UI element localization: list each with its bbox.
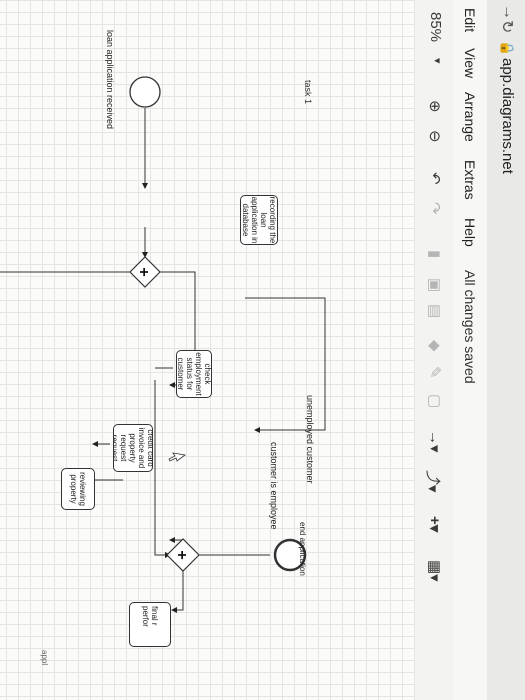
- lock-icon: 🔒: [500, 40, 515, 57]
- menu-extras[interactable]: Extras: [462, 160, 478, 200]
- insert-icon[interactable]: +▾: [426, 516, 444, 532]
- toolbar: 85% ▾ ⊕ ⊖ ↶ ↷ ▮ ▣ ▤ ◆ ✎ ▢ →▾ ⤴▾ +▾ ▦▾: [414, 0, 453, 700]
- zoom-dropdown-icon[interactable]: ▾: [431, 58, 444, 64]
- browser-bar: → ↻ 🔒 app.diagrams.net: [486, 0, 525, 700]
- task-credit-card[interactable]: credit card invoice and property request…: [113, 424, 153, 472]
- connection-icon[interactable]: →▾: [426, 430, 444, 453]
- diagram-canvas[interactable]: + + task 1 loan application received end…: [0, 0, 415, 700]
- redo-icon[interactable]: ↷: [426, 202, 444, 215]
- reload-icon[interactable]: ↻: [497, 20, 517, 33]
- parallel-gateway-1[interactable]: +: [129, 256, 161, 288]
- end-event-label: end application: [298, 522, 307, 576]
- delete-icon[interactable]: ▮: [426, 250, 444, 258]
- url-text[interactable]: app.diagrams.net: [499, 58, 516, 174]
- waypoint-icon[interactable]: ⤴▾: [423, 470, 444, 493]
- start-event[interactable]: [129, 76, 161, 108]
- app-window: → ↻ 🔒 app.diagrams.net Edit View Arrange…: [0, 0, 525, 700]
- to-front-icon[interactable]: ▣: [426, 278, 444, 292]
- fill-color-icon[interactable]: ◆: [426, 340, 444, 352]
- task-final[interactable]: final r perfor: [129, 602, 171, 647]
- table-icon[interactable]: ▦▾: [426, 560, 444, 582]
- zoom-value[interactable]: 85%: [427, 12, 444, 42]
- menu-view[interactable]: View: [462, 48, 478, 78]
- flow-employee[interactable]: [154, 380, 171, 558]
- task-reviewing[interactable]: reviewing property: [61, 468, 95, 510]
- screen: → ↻ 🔒 app.diagrams.net Edit View Arrange…: [0, 0, 525, 700]
- pool-label: task 1: [303, 80, 313, 105]
- svg-text:+: +: [135, 267, 152, 276]
- task-check-employment[interactable]: check employment status for customer: [176, 350, 212, 398]
- to-back-icon[interactable]: ▤: [426, 304, 444, 318]
- menu-bar: Edit View Arrange Extras Help All change…: [452, 0, 487, 700]
- employee-flow-label: customer is employee: [269, 442, 279, 530]
- start-event-label: loan application received: [105, 30, 115, 130]
- menu-edit[interactable]: Edit: [462, 8, 478, 32]
- unemployed-flow-label: unemployed customer: [305, 395, 315, 484]
- menu-help[interactable]: Help: [462, 218, 478, 247]
- shadow-icon[interactable]: ▢: [426, 394, 444, 408]
- forward-icon[interactable]: →: [499, 4, 517, 20]
- svg-text:+: +: [173, 550, 190, 559]
- save-status: All changes saved: [462, 270, 478, 384]
- menu-arrange[interactable]: Arrange: [462, 92, 478, 142]
- zoom-out-icon[interactable]: ⊖: [426, 130, 444, 143]
- zoom-in-icon[interactable]: ⊕: [426, 100, 444, 113]
- mouse-cursor-icon: [168, 452, 186, 462]
- edge-text: appl: [40, 650, 49, 666]
- parallel-gateway-2[interactable]: +: [166, 538, 200, 572]
- undo-icon[interactable]: ↶: [426, 172, 444, 185]
- line-color-icon[interactable]: ✎: [426, 366, 444, 379]
- flow-gateway2-right[interactable]: [171, 570, 184, 613]
- task-recording[interactable]: recording the loan application in databa…: [240, 195, 278, 245]
